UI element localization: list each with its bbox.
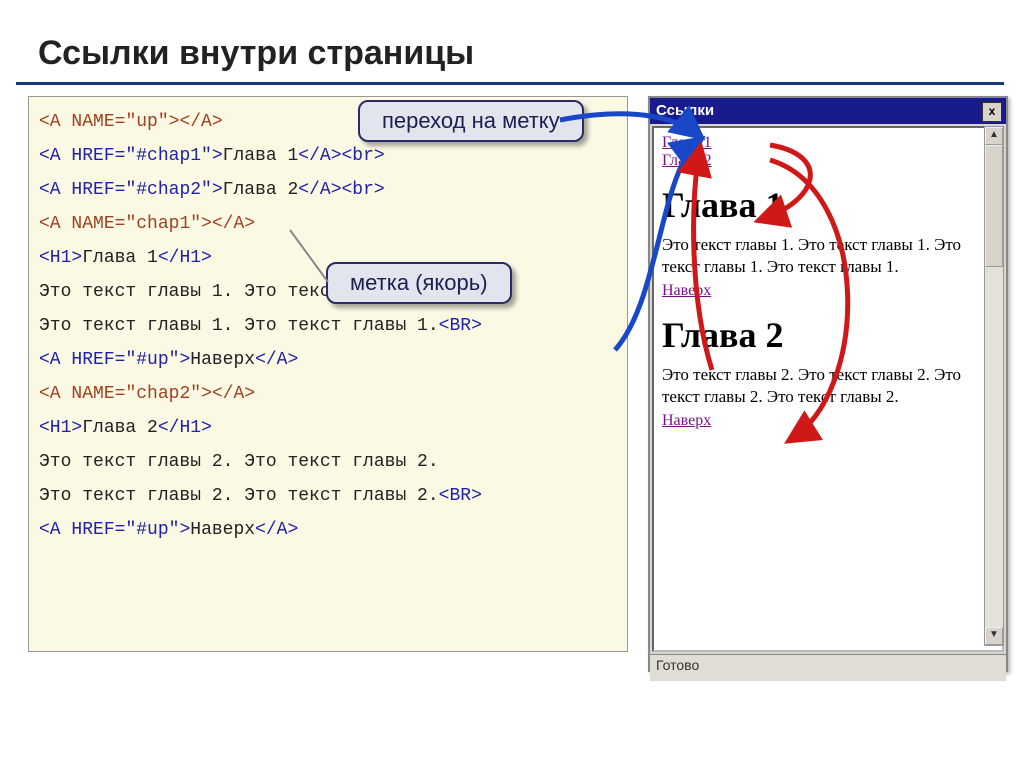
code-token: <A (39, 350, 61, 370)
heading-chapter-1: Глава 1 (662, 184, 994, 226)
code-token: > (212, 180, 223, 200)
text-chapter-2: Это текст главы 2. Это текст главы 2. Эт… (662, 364, 994, 408)
browser-title: Ссылки (656, 102, 714, 119)
code-token: NAME (61, 384, 115, 404)
code-token: <A (39, 214, 61, 234)
code-token: "#up" (125, 520, 179, 540)
code-token: HREF (61, 520, 115, 540)
scroll-up-icon[interactable]: ▲ (985, 127, 1003, 145)
code-token: </H1> (158, 418, 212, 438)
code-token: NAME (61, 214, 115, 234)
code-token: <A (39, 146, 61, 166)
code-token: Это текст главы 2. Это текст главы 2. (39, 452, 439, 472)
code-token: HREF (61, 146, 115, 166)
callout-anchor: метка (якорь) (326, 262, 512, 304)
link-chapter-2[interactable]: Глава 2 (662, 152, 712, 169)
code-token: "#chap1" (125, 146, 211, 166)
divider (16, 82, 1004, 85)
code-token: > (179, 350, 190, 370)
code-token: = (115, 214, 126, 234)
code-token: Наверх (190, 350, 255, 370)
code-token: = (115, 520, 126, 540)
code-token: = (115, 180, 126, 200)
code-panel: <A NAME="up"></A> <A HREF="#chap1">Глава… (28, 96, 628, 652)
code-token: "chap1" (125, 214, 201, 234)
code-token: </A> (255, 350, 298, 370)
code-token: NAME (61, 112, 115, 132)
link-up-1[interactable]: Наверх (662, 282, 711, 299)
browser-content: Глава 1 Глава 2 Глава 1 Это текст главы … (652, 126, 1004, 652)
code-token: <H1> (39, 248, 82, 268)
code-token: Глава 1 (82, 248, 158, 268)
link-chapter-1[interactable]: Глава 1 (662, 134, 712, 151)
code-token: ></A> (169, 112, 223, 132)
code-token: <A (39, 180, 61, 200)
code-token: <A (39, 112, 61, 132)
code-token: HREF (61, 180, 115, 200)
browser-titlebar: Ссылки x (650, 98, 1006, 124)
callout-jump: переход на метку (358, 100, 584, 142)
scroll-down-icon[interactable]: ▼ (985, 627, 1003, 645)
code-token: Глава 2 (82, 418, 158, 438)
scrollbar[interactable]: ▲ ▼ (984, 126, 1004, 646)
close-icon[interactable]: x (982, 102, 1002, 122)
code-token: "chap2" (125, 384, 201, 404)
code-token: <H1> (39, 418, 82, 438)
code-token: ></A> (201, 214, 255, 234)
link-up-2[interactable]: Наверх (662, 412, 711, 429)
code-token: <A (39, 384, 61, 404)
text-chapter-1: Это текст главы 1. Это текст главы 1. Эт… (662, 234, 994, 278)
code-token: </H1> (158, 248, 212, 268)
status-bar: Готово (650, 654, 1006, 681)
code-token: </A><br> (298, 180, 384, 200)
code-token: Наверх (190, 520, 255, 540)
code-token: > (212, 146, 223, 166)
code-token: Это текст главы 1. Это текст главы 1. (39, 316, 439, 336)
code-token: = (115, 112, 126, 132)
code-token: > (179, 520, 190, 540)
code-token: "up" (125, 112, 168, 132)
code-token: Глава 2 (223, 180, 299, 200)
code-token: <A (39, 520, 61, 540)
code-token: Глава 1 (223, 146, 299, 166)
code-token: "#chap2" (125, 180, 211, 200)
code-token: Это текст главы 2. Это текст главы 2. (39, 486, 439, 506)
code-token: </A> (255, 520, 298, 540)
browser-window: Ссылки x Глава 1 Глава 2 Глава 1 Это тек… (648, 96, 1008, 672)
code-token: <BR> (439, 316, 482, 336)
code-token: = (115, 146, 126, 166)
heading-chapter-2: Глава 2 (662, 314, 994, 356)
scroll-thumb[interactable] (985, 145, 1003, 267)
code-token: = (115, 350, 126, 370)
page-title: Ссылки внутри страницы (38, 34, 474, 73)
code-token: HREF (61, 350, 115, 370)
code-token: "#up" (125, 350, 179, 370)
code-token: = (115, 384, 126, 404)
code-token: ></A> (201, 384, 255, 404)
code-token: <BR> (439, 486, 482, 506)
code-token: </A><br> (298, 146, 384, 166)
